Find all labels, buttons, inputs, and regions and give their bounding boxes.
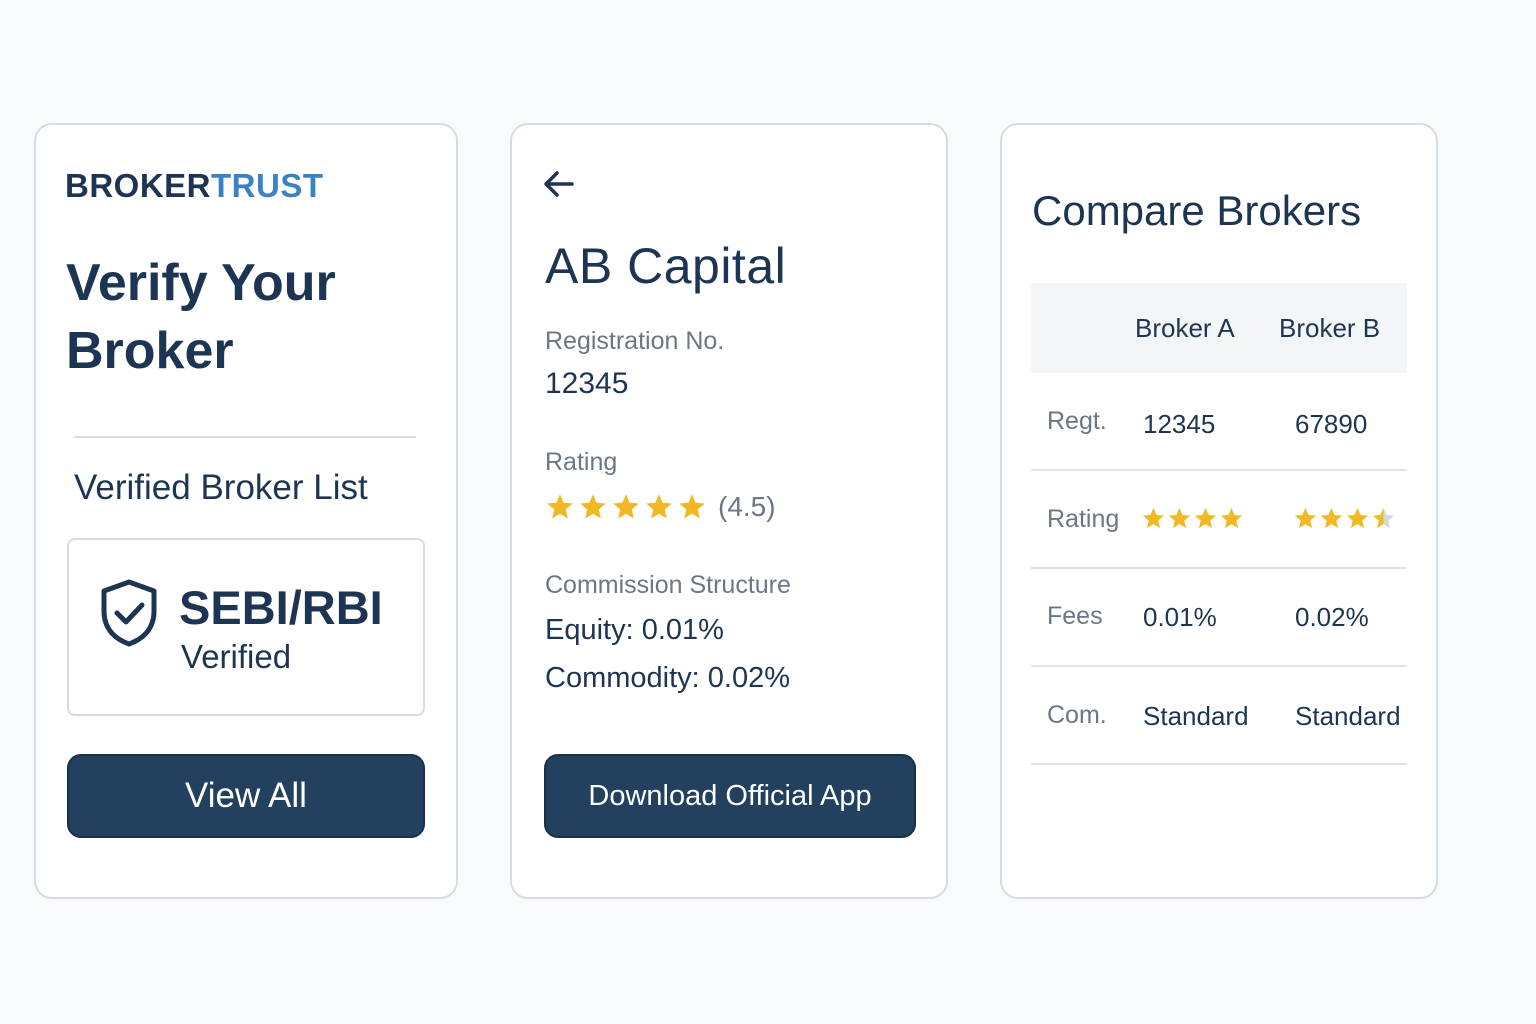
broker-b-fees: 0.02%	[1295, 602, 1369, 632]
star-icon	[1220, 507, 1243, 529]
broker-name: AB Capital	[545, 238, 787, 294]
badge-main-text: SEBI/RBI	[179, 581, 383, 634]
broker-detail-card: AB Capital Registration No. 12345 Rating…	[510, 123, 948, 899]
star-icon	[1168, 507, 1191, 529]
rating-label: Rating	[545, 448, 618, 476]
shield-check-icon	[101, 579, 157, 647]
broker-a-rating-stars	[1141, 506, 1245, 531]
registration-value: 12345	[545, 367, 629, 400]
column-header-broker-b: Broker B	[1279, 313, 1381, 343]
commission-label: Commission Structure	[545, 571, 791, 599]
row-label: Regt.	[1047, 407, 1107, 435]
broker-b-registration: 67890	[1295, 409, 1368, 439]
star-icon	[1372, 507, 1395, 529]
compare-title: Compare Brokers	[1032, 187, 1362, 234]
brand-logo: BROKERTRUST	[65, 167, 324, 205]
star-icon	[646, 494, 672, 519]
brand-part-2: TRUST	[211, 167, 324, 204]
back-arrow-icon[interactable]	[542, 169, 576, 199]
star-icon	[1142, 507, 1165, 529]
star-icon	[1346, 507, 1369, 529]
divider	[74, 436, 416, 438]
page-title: Verify Your Broker	[66, 254, 336, 380]
table-row-commission: Com. Standard Standard	[1031, 667, 1407, 765]
badge-sub-text: Verified	[181, 638, 292, 675]
verified-list-title: Verified Broker List	[74, 468, 368, 507]
compare-table-header: Broker A Broker B	[1031, 283, 1407, 373]
broker-a-commission: Standard	[1143, 701, 1249, 731]
star-icon	[1320, 507, 1343, 529]
table-row-rating: Rating	[1031, 471, 1407, 569]
download-app-button[interactable]: Download Official App	[544, 754, 916, 838]
row-label: Com.	[1047, 701, 1107, 729]
commission-commodity: Commodity: 0.02%	[545, 662, 790, 694]
compare-brokers-card: Compare Brokers Broker A Broker B Regt. …	[1000, 123, 1438, 899]
star-icon	[679, 494, 705, 519]
star-icon	[1294, 507, 1317, 529]
broker-a-fees: 0.01%	[1143, 602, 1217, 632]
view-all-button[interactable]: View All	[67, 754, 425, 838]
star-icon	[1194, 507, 1217, 529]
registration-label: Registration No.	[545, 327, 725, 355]
page: BROKERTRUST Verify Your Broker Verified …	[0, 0, 1536, 1024]
commission-equity: Equity: 0.01%	[545, 614, 724, 646]
row-label: Fees	[1047, 602, 1103, 630]
rating-stars: (4.5)	[545, 491, 776, 523]
verify-broker-card: BROKERTRUST Verify Your Broker Verified …	[34, 123, 458, 899]
table-row-registration: Regt. 12345 67890	[1031, 373, 1407, 471]
brand-part-1: BROKER	[65, 167, 212, 204]
broker-b-rating-stars	[1293, 506, 1397, 531]
star-icon	[613, 494, 639, 519]
rating-value: (4.5)	[718, 491, 776, 522]
row-label: Rating	[1047, 505, 1120, 533]
column-header-broker-a: Broker A	[1135, 313, 1235, 343]
star-group	[545, 492, 710, 522]
star-icon	[580, 494, 606, 519]
broker-a-registration: 12345	[1143, 409, 1216, 439]
broker-b-commission: Standard	[1295, 701, 1401, 731]
verified-badge: SEBI/RBI Verified	[67, 538, 425, 716]
table-row-fees: Fees 0.01% 0.02%	[1031, 569, 1407, 667]
star-icon	[547, 494, 573, 519]
